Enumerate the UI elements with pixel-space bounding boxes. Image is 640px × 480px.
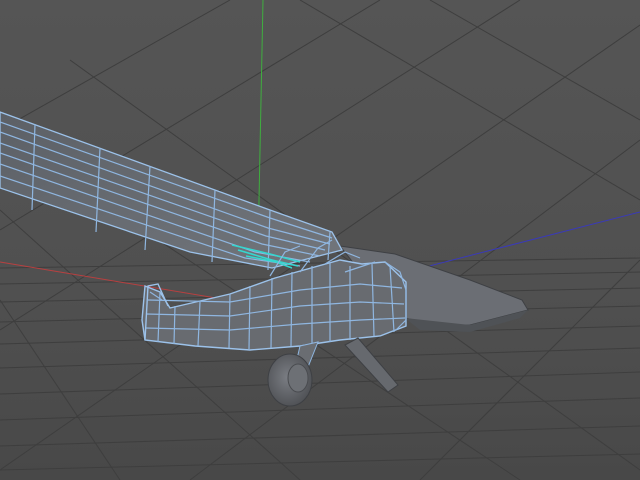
viewport-canvas[interactable] (0, 0, 640, 480)
3d-viewport[interactable] (0, 0, 640, 480)
wheel-hub (287, 363, 309, 393)
